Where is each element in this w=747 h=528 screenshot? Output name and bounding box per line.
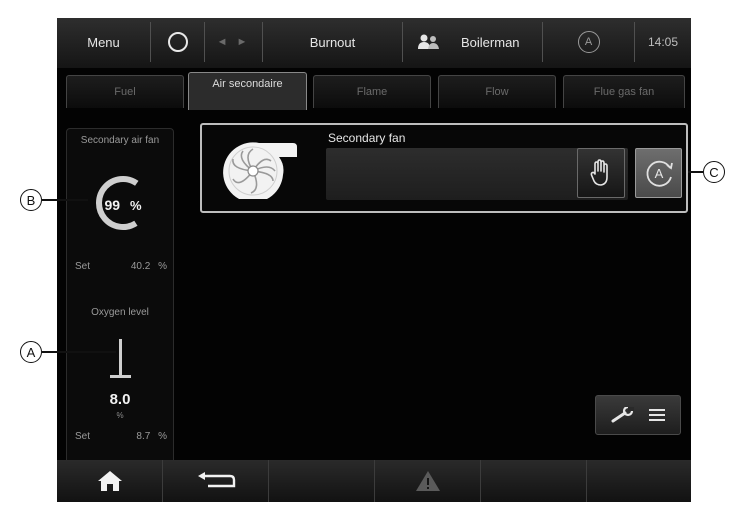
- fan-value-number: 99: [104, 197, 121, 213]
- callout-c: C: [703, 161, 725, 183]
- callout-a-leader: [42, 351, 116, 353]
- settings-button[interactable]: [595, 395, 681, 435]
- oxygen-level-bar: [119, 339, 122, 377]
- callout-a: A: [20, 341, 42, 363]
- manual-mode-button[interactable]: [577, 148, 625, 198]
- fan-set-row: Set 40.2 %: [75, 261, 167, 272]
- clock-time: 14:05: [647, 35, 679, 49]
- auto-mode-button[interactable]: A: [635, 148, 682, 198]
- page-title: Burnout: [263, 22, 403, 62]
- bottom-slot-6[interactable]: [587, 460, 691, 502]
- top-bar: Menu ◄ ► Burnout Boilerman A 14:05: [57, 18, 691, 68]
- fan-value-unit: %: [129, 198, 142, 213]
- fan-set-label: Set: [75, 261, 91, 272]
- status-circle-button[interactable]: [151, 22, 205, 62]
- tab-flue-gas-fan[interactable]: Flue gas fan: [563, 75, 685, 108]
- tab-air-secondaire[interactable]: Air secondaire: [188, 72, 307, 110]
- fan-set-value-group: 40.2 %: [131, 261, 167, 272]
- fan-icon: [223, 142, 297, 199]
- oxygen-set-label: Set: [75, 431, 91, 442]
- back-arrow-icon: [197, 472, 235, 488]
- oxygen-set-value: 8.7: [136, 431, 151, 442]
- auto-mode-indicator[interactable]: A: [543, 22, 635, 62]
- callout-b: B: [20, 189, 42, 211]
- oxygen-level-title: Oxygen level: [91, 307, 149, 318]
- oxygen-value: 8.0: [109, 391, 131, 408]
- oxygen-set-value-group: 8.7 %: [136, 431, 167, 442]
- tab-flame[interactable]: Flame: [313, 75, 431, 108]
- list-icon: [649, 409, 665, 421]
- bottom-slot-5[interactable]: [481, 460, 587, 502]
- measurement-panel: Secondary air fan 99 % Set 40.2 % Oxygen…: [66, 128, 174, 492]
- auto-icon: A: [577, 31, 600, 53]
- callout-b-leader: [42, 199, 88, 201]
- oxygen-level-base: [110, 375, 131, 378]
- auto-mode-icon: A: [646, 160, 673, 187]
- arrows-icon: ◄ ►: [216, 36, 251, 48]
- back-button[interactable]: [163, 460, 269, 502]
- tab-bar: Fuel Air secondaire Flame Flow Flue gas …: [57, 68, 691, 110]
- bottom-slot-3[interactable]: [269, 460, 375, 502]
- tab-fuel[interactable]: Fuel: [66, 75, 184, 108]
- oxygen-set-row: Set 8.7 %: [75, 431, 167, 442]
- circle-icon: [167, 32, 188, 52]
- navigation-arrows[interactable]: ◄ ►: [205, 22, 263, 62]
- tab-label: Fuel: [114, 86, 136, 98]
- page-title-text: Burnout: [309, 34, 356, 50]
- users-icon: [417, 34, 441, 50]
- tab-label: Flue gas fan: [593, 86, 655, 98]
- hand-icon: [590, 159, 608, 186]
- callout-c-leader: [688, 171, 703, 173]
- secondary-fan-card[interactable]: Secondary fan A: [200, 123, 688, 213]
- home-button[interactable]: [57, 460, 163, 502]
- bottom-bar: [57, 460, 691, 502]
- secondary-air-fan-title: Secondary air fan: [80, 135, 160, 146]
- oxygen-unit: %: [116, 411, 124, 420]
- tab-label: Flow: [485, 86, 509, 98]
- hmi-screen: Menu ◄ ► Burnout Boilerman A 14:05 Fuel …: [57, 18, 691, 502]
- fan-set-value: 40.2: [130, 261, 151, 272]
- tab-label: Flame: [356, 86, 388, 98]
- oxygen-set-unit: %: [158, 431, 167, 442]
- fan-set-unit: %: [158, 261, 167, 272]
- clock: 14:05: [635, 22, 691, 62]
- user-button[interactable]: Boilerman: [403, 22, 543, 62]
- warning-icon: [415, 471, 440, 491]
- menu-button[interactable]: Menu: [57, 22, 151, 62]
- secondary-fan-title: Secondary fan: [328, 131, 406, 145]
- wrench-icon: [611, 407, 634, 423]
- fan-value: 99 %: [95, 197, 151, 213]
- user-name: Boilerman: [461, 34, 520, 50]
- tab-flow[interactable]: Flow: [438, 75, 556, 108]
- alarm-button[interactable]: [375, 460, 481, 502]
- home-icon: [97, 471, 122, 491]
- menu-label: Menu: [87, 34, 120, 50]
- auto-mode-letter: A: [654, 166, 663, 181]
- tab-label: Air secondaire: [212, 78, 283, 90]
